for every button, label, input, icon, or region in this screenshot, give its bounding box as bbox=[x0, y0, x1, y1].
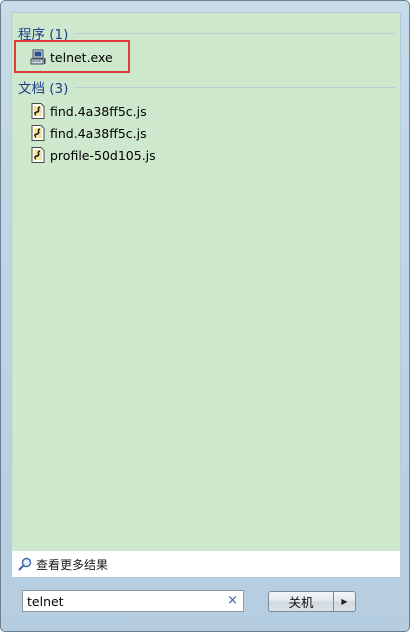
result-item-telnet[interactable]: telnet.exe bbox=[30, 47, 113, 67]
chevron-right-icon: ▶ bbox=[341, 597, 348, 606]
see-more-results-label: 查看更多结果 bbox=[36, 557, 109, 572]
shutdown-options-button[interactable]: ▶ bbox=[333, 591, 356, 612]
group-divider-programs bbox=[74, 33, 396, 34]
start-menu: 程序 (1) telnet.exe 文档 (3) find.4a38ff5c.j… bbox=[0, 0, 410, 632]
result-item-profile-label: profile-50d105.js bbox=[50, 147, 156, 163]
search-input[interactable] bbox=[27, 593, 217, 609]
group-header-programs: 程序 (1) bbox=[18, 23, 68, 43]
result-item-profile[interactable]: profile-50d105.js bbox=[30, 145, 156, 165]
result-item-find-2-label: find.4a38ff5c.js bbox=[50, 125, 147, 141]
group-divider-documents bbox=[74, 87, 396, 88]
clear-search-icon[interactable]: × bbox=[227, 592, 238, 610]
js-file-icon bbox=[30, 147, 46, 163]
group-header-documents-label: 文档 (3) bbox=[18, 81, 69, 97]
result-item-find-1[interactable]: find.4a38ff5c.js bbox=[30, 101, 147, 121]
result-item-find-1-label: find.4a38ff5c.js bbox=[50, 103, 147, 119]
group-header-documents: 文档 (3) bbox=[18, 77, 68, 97]
shutdown-button-label: 关机 bbox=[288, 595, 314, 610]
terminal-program-icon bbox=[30, 49, 46, 65]
search-box[interactable]: × bbox=[22, 590, 244, 612]
result-item-telnet-label: telnet.exe bbox=[50, 49, 113, 65]
js-file-icon bbox=[30, 125, 46, 141]
magnifier-icon bbox=[18, 557, 32, 571]
group-header-programs-label: 程序 (1) bbox=[18, 27, 69, 43]
see-more-results-link[interactable]: 查看更多结果 bbox=[11, 551, 401, 578]
js-file-icon bbox=[30, 103, 46, 119]
search-results-pane: 程序 (1) telnet.exe 文档 (3) find.4a38ff5c.j… bbox=[11, 12, 401, 551]
shutdown-group: 关机 ▶ bbox=[268, 591, 356, 612]
shutdown-button[interactable]: 关机 bbox=[268, 591, 333, 612]
result-item-find-2[interactable]: find.4a38ff5c.js bbox=[30, 123, 147, 143]
